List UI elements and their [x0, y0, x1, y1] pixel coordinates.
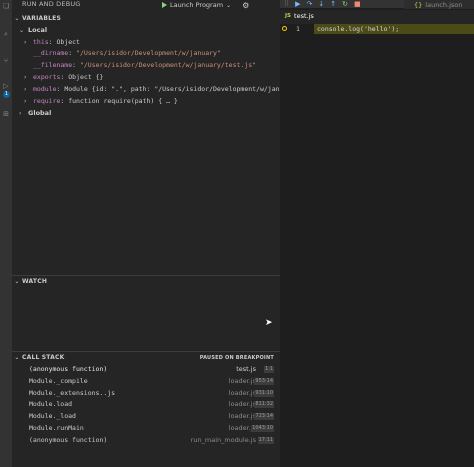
- frame-function: Module.load: [29, 400, 73, 408]
- line-number: 1: [296, 25, 300, 33]
- variable-name: require: [33, 97, 61, 105]
- debug-topbar: RUN AND DEBUG Launch Program ⌄ ⚙: [12, 0, 280, 10]
- play-icon[interactable]: [162, 2, 167, 8]
- variable-name: __dirname: [33, 49, 69, 57]
- scope-global-label: Global: [28, 109, 52, 117]
- editor-area: [280, 0, 474, 467]
- run-debug-title: RUN AND DEBUG: [22, 0, 81, 8]
- call-stack-header[interactable]: ⌄ CALL STACK PAUSED ON BREAKPOINT: [12, 352, 280, 363]
- step-out-icon[interactable]: ↑: [330, 0, 336, 8]
- chevron-right-icon: ›: [24, 39, 27, 46]
- scope-local-label: Local: [28, 26, 48, 34]
- step-into-icon[interactable]: ↓: [318, 0, 324, 8]
- variable-row[interactable]: › this: Object: [24, 37, 80, 48]
- stack-frame[interactable]: Module.runMain loader.js 1043:10: [12, 423, 280, 434]
- call-stack-title: CALL STACK: [22, 354, 65, 361]
- code-line[interactable]: console.log('hello');: [317, 24, 399, 34]
- debug-toolbar: ⠿ ▶ ↷ ↓ ↑ ↻ ■: [280, 0, 404, 8]
- chevron-right-icon: ›: [24, 98, 27, 105]
- continue-icon[interactable]: ▶: [295, 0, 300, 8]
- step-over-icon[interactable]: ↷: [307, 0, 313, 8]
- chevron-down-icon: ⌄: [14, 278, 20, 285]
- variable-row[interactable]: › exports: Object {}: [24, 72, 103, 83]
- stop-icon[interactable]: ■: [354, 0, 361, 8]
- tab-label: test.js: [294, 12, 314, 20]
- breakpoint-icon[interactable]: [282, 26, 287, 31]
- chevron-right-icon: ›: [19, 110, 22, 117]
- launch-config-label: Launch Program: [170, 1, 224, 9]
- variables-header[interactable]: ⌄ VARIABLES: [12, 13, 280, 24]
- json-file-icon: {}: [414, 0, 423, 9]
- scope-local[interactable]: ⌄ Local: [19, 25, 47, 36]
- stack-frame[interactable]: (anonymous function) run_main_module.js …: [12, 435, 280, 446]
- frame-line-badge: 17:11: [257, 437, 274, 444]
- scope-global[interactable]: › Global: [19, 108, 51, 119]
- js-file-icon: JS: [285, 13, 292, 19]
- variable-value: "/Users/isidor/Development/w/january": [76, 49, 221, 57]
- tab-launch-json[interactable]: {} launch.json: [404, 0, 474, 9]
- frame-file: loader.js: [228, 377, 256, 385]
- search-icon[interactable]: ⌕: [2, 30, 10, 38]
- variable-value: Module {id: ".", path: "/Users/isidor/De…: [64, 85, 300, 93]
- frame-line-badge: 931:10: [254, 390, 274, 397]
- source-control-icon[interactable]: ⑂: [2, 57, 10, 65]
- gear-icon[interactable]: ⚙: [242, 1, 249, 10]
- variable-name: this: [33, 38, 49, 46]
- variable-row[interactable]: › module: Module {id: ".", path: "/Users/…: [24, 84, 299, 95]
- frame-file: loader.js: [228, 389, 256, 397]
- stack-frame[interactable]: Module._extensions..js loader.js 931:10: [12, 388, 280, 399]
- stack-frame[interactable]: Module.load loader.js 811:32: [12, 399, 280, 410]
- frame-function: Module._compile: [29, 377, 88, 385]
- chevron-right-icon: ›: [24, 86, 27, 93]
- variable-name: module: [33, 85, 57, 93]
- frame-line-badge: 811:32: [254, 401, 274, 408]
- drag-handle-icon[interactable]: ⠿: [284, 0, 289, 8]
- stack-frame[interactable]: Module._compile loader.js 953:14: [12, 376, 280, 387]
- extensions-icon[interactable]: ⊞: [2, 110, 10, 118]
- watch-header[interactable]: ⌄ WATCH: [12, 276, 280, 287]
- frame-line-badge: 723:14: [254, 413, 274, 420]
- frame-function: (anonymous function): [29, 436, 108, 444]
- launch-config-select[interactable]: Launch Program ⌄ ⚙: [162, 0, 249, 10]
- frame-file: test.js: [236, 365, 256, 373]
- chevron-down-icon[interactable]: ⌄: [226, 2, 231, 9]
- frame-function: (anonymous function): [29, 365, 108, 373]
- variable-value: "/Users/isidor/Development/w/january/tes…: [79, 61, 257, 69]
- tab-test-js[interactable]: JS test.js: [285, 12, 314, 20]
- activity-bar: ❏ ⌕ ⑂ ▷ 1 ⊞: [0, 0, 12, 467]
- frame-line-badge: 1043:10: [251, 425, 274, 432]
- frame-function: Module.runMain: [29, 424, 84, 432]
- tab-label: launch.json: [425, 0, 463, 9]
- variables-title: VARIABLES: [22, 15, 61, 22]
- chevron-down-icon: ⌄: [19, 27, 25, 34]
- chevron-right-icon: ›: [24, 74, 27, 81]
- frame-file: run_main_module.js: [190, 436, 256, 444]
- variable-name: exports: [33, 73, 61, 81]
- frame-function: Module._extensions..js: [29, 389, 116, 397]
- restart-icon[interactable]: ↻: [342, 0, 348, 8]
- variable-value: Object {}: [68, 73, 104, 81]
- watch-title: WATCH: [22, 278, 48, 285]
- chevron-down-icon: ⌄: [14, 354, 20, 361]
- frame-file: loader.js: [228, 412, 256, 420]
- variable-row[interactable]: __dirname: "/Users/isidor/Development/w/…: [33, 48, 221, 59]
- run-debug-icon[interactable]: ▷: [2, 82, 10, 90]
- frame-file: loader.js: [228, 400, 256, 408]
- files-icon[interactable]: ❏: [2, 2, 10, 10]
- stack-frame[interactable]: (anonymous function) test.js 1:1: [12, 364, 280, 375]
- paused-status: PAUSED ON BREAKPOINT: [199, 354, 274, 361]
- frame-function: Module._load: [29, 412, 76, 420]
- variable-value: Object: [56, 38, 80, 46]
- variable-row[interactable]: › require: function require(path) { … }: [24, 96, 178, 107]
- stack-frame[interactable]: Module._load loader.js 723:14: [12, 411, 280, 422]
- chevron-down-icon: ⌄: [14, 15, 20, 22]
- variable-value: function require(path) { … }: [68, 97, 178, 105]
- frame-line-badge: 953:14: [254, 378, 274, 385]
- variable-row[interactable]: __filename: "/Users/isidor/Development/w…: [33, 60, 256, 71]
- frame-line-badge: 1:1: [263, 366, 274, 373]
- mouse-cursor-icon: ➤: [265, 318, 273, 328]
- debug-badge: 1: [3, 91, 10, 98]
- variable-name: __filename: [33, 61, 73, 69]
